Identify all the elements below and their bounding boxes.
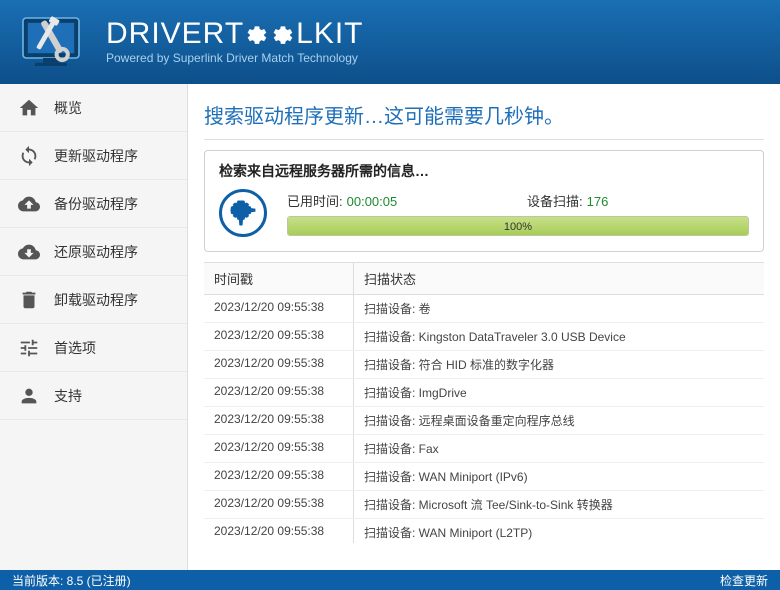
table-row[interactable]: 2023/12/20 09:55:38扫描设备: WAN Miniport (L… [204, 519, 764, 543]
cloud-up-icon [18, 193, 40, 215]
sidebar: 概览 更新驱动程序 备份驱动程序 还原驱动程序 卸载驱动程序 首选项 支持 [0, 84, 188, 570]
cell-status: 扫描设备: 卷 [354, 295, 764, 322]
cell-timestamp: 2023/12/20 09:55:38 [204, 435, 354, 462]
scan-label: 设备扫描: [527, 191, 583, 210]
col-header-status[interactable]: 扫描状态 [354, 263, 764, 294]
cloud-down-icon [18, 241, 40, 263]
header-text-block: DRIVERT LKIT Powered by Superlink Driver … [106, 19, 364, 65]
cell-timestamp: 2023/12/20 09:55:38 [204, 351, 354, 378]
cell-status: 扫描设备: Kingston DataTraveler 3.0 USB Devi… [354, 323, 764, 350]
table-row[interactable]: 2023/12/20 09:55:38扫描设备: Fax [204, 435, 764, 463]
sidebar-item-label: 支持 [54, 386, 82, 406]
elapsed-label: 已用时间: [287, 191, 343, 210]
cell-status: 扫描设备: 远程桌面设备重定向程序总线 [354, 407, 764, 434]
sidebar-item-update[interactable]: 更新驱动程序 [0, 132, 187, 180]
table-row[interactable]: 2023/12/20 09:55:38扫描设备: Kingston DataTr… [204, 323, 764, 351]
sidebar-item-label: 更新驱动程序 [54, 146, 138, 166]
title-part2: T [225, 17, 244, 50]
title-part3: LKIT [296, 17, 363, 50]
sidebar-item-label: 备份驱动程序 [54, 194, 138, 214]
cell-timestamp: 2023/12/20 09:55:38 [204, 379, 354, 406]
sidebar-item-label: 概览 [54, 98, 82, 118]
cell-status: 扫描设备: Fax [354, 435, 764, 462]
title-part1: DRIVER [106, 17, 225, 50]
table-header-row: 时间戳 扫描状态 [204, 263, 764, 295]
main-panel: 搜索驱动程序更新…这可能需要几秒钟。 检索来自远程服务器所需的信息… 已用时间:… [188, 84, 780, 570]
person-icon [18, 385, 40, 407]
cell-timestamp: 2023/12/20 09:55:38 [204, 519, 354, 543]
cell-timestamp: 2023/12/20 09:55:38 [204, 407, 354, 434]
cell-timestamp: 2023/12/20 09:55:38 [204, 491, 354, 518]
table-row[interactable]: 2023/12/20 09:55:38扫描设备: Microsoft 流 Tee… [204, 491, 764, 519]
cell-status: 扫描设备: Microsoft 流 Tee/Sink-to-Sink 转换器 [354, 491, 764, 518]
cell-timestamp: 2023/12/20 09:55:38 [204, 323, 354, 350]
sidebar-item-uninstall[interactable]: 卸载驱动程序 [0, 276, 187, 324]
trash-icon [18, 289, 40, 311]
sidebar-item-restore[interactable]: 还原驱动程序 [0, 228, 187, 276]
sidebar-item-backup[interactable]: 备份驱动程序 [0, 180, 187, 228]
table-row[interactable]: 2023/12/20 09:55:38扫描设备: 卷 [204, 295, 764, 323]
table-row[interactable]: 2023/12/20 09:55:38扫描设备: 远程桌面设备重定向程序总线 [204, 407, 764, 435]
status-heading: 检索来自远程服务器所需的信息… [219, 161, 749, 181]
progress-text: 100% [288, 217, 748, 236]
table-row[interactable]: 2023/12/20 09:55:38扫描设备: WAN Miniport (I… [204, 463, 764, 491]
app-logo-icon [12, 10, 98, 74]
table-row[interactable]: 2023/12/20 09:55:38扫描设备: 符合 HID 标准的数字化器 [204, 351, 764, 379]
gear-o2-icon [270, 20, 296, 46]
version-label: 当前版本: 8.5 (已注册) [12, 572, 131, 589]
col-header-timestamp[interactable]: 时间戳 [204, 263, 354, 294]
sidebar-item-label: 还原驱动程序 [54, 242, 138, 262]
app-header: DRIVERT LKIT Powered by Superlink Driver … [0, 0, 780, 84]
home-icon [18, 97, 40, 119]
table-body[interactable]: 2023/12/20 09:55:38扫描设备: 卷2023/12/20 09:… [204, 295, 764, 543]
sliders-icon [18, 337, 40, 359]
cell-status: 扫描设备: ImgDrive [354, 379, 764, 406]
progress-bar: 100% [287, 216, 749, 236]
header-subtitle: Powered by Superlink Driver Match Techno… [106, 51, 364, 65]
log-table: 时间戳 扫描状态 2023/12/20 09:55:38扫描设备: 卷2023/… [204, 262, 764, 570]
cell-status: 扫描设备: 符合 HID 标准的数字化器 [354, 351, 764, 378]
check-update-link[interactable]: 检查更新 [720, 572, 768, 589]
app-title: DRIVERT LKIT [106, 19, 364, 49]
spinner-gear-icon [219, 189, 267, 237]
sidebar-item-label: 卸载驱动程序 [54, 290, 138, 310]
sidebar-item-overview[interactable]: 概览 [0, 84, 187, 132]
elapsed-value: 00:00:05 [347, 194, 398, 209]
status-box: 检索来自远程服务器所需的信息… 已用时间: 00:00:05 设备扫描: 176 [204, 150, 764, 252]
sidebar-item-label: 首选项 [54, 338, 96, 358]
cell-status: 扫描设备: WAN Miniport (IPv6) [354, 463, 764, 490]
cell-timestamp: 2023/12/20 09:55:38 [204, 295, 354, 322]
scan-value: 176 [587, 194, 609, 209]
gear-o-icon [244, 20, 270, 46]
page-title: 搜索驱动程序更新…这可能需要几秒钟。 [204, 96, 764, 140]
cell-timestamp: 2023/12/20 09:55:38 [204, 463, 354, 490]
refresh-icon [18, 145, 40, 167]
status-bar: 当前版本: 8.5 (已注册) 检查更新 [0, 570, 780, 590]
table-row[interactable]: 2023/12/20 09:55:38扫描设备: ImgDrive [204, 379, 764, 407]
sidebar-item-support[interactable]: 支持 [0, 372, 187, 420]
sidebar-item-preferences[interactable]: 首选项 [0, 324, 187, 372]
cell-status: 扫描设备: WAN Miniport (L2TP) [354, 519, 764, 543]
